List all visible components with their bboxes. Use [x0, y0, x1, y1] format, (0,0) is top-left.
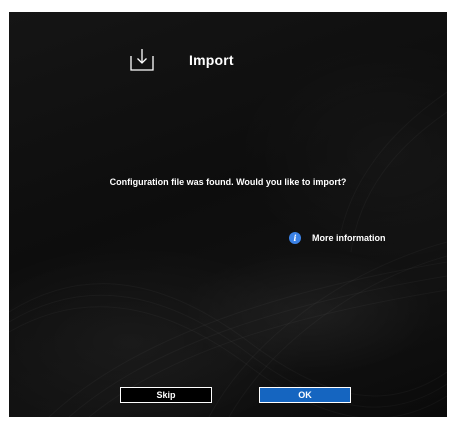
skip-button[interactable]: Skip [120, 387, 212, 403]
dialog-message: Configuration file was found. Would you … [109, 177, 347, 187]
import-dialog-screen: Import Configuration file was found. Wou… [9, 12, 447, 417]
dialog-header: Import [129, 46, 234, 74]
ok-button[interactable]: OK [259, 387, 351, 403]
more-information-link[interactable]: i More information [289, 232, 386, 244]
dialog-title: Import [189, 52, 234, 68]
more-information-label: More information [312, 233, 386, 243]
info-icon: i [289, 232, 301, 244]
import-icon [130, 49, 154, 71]
